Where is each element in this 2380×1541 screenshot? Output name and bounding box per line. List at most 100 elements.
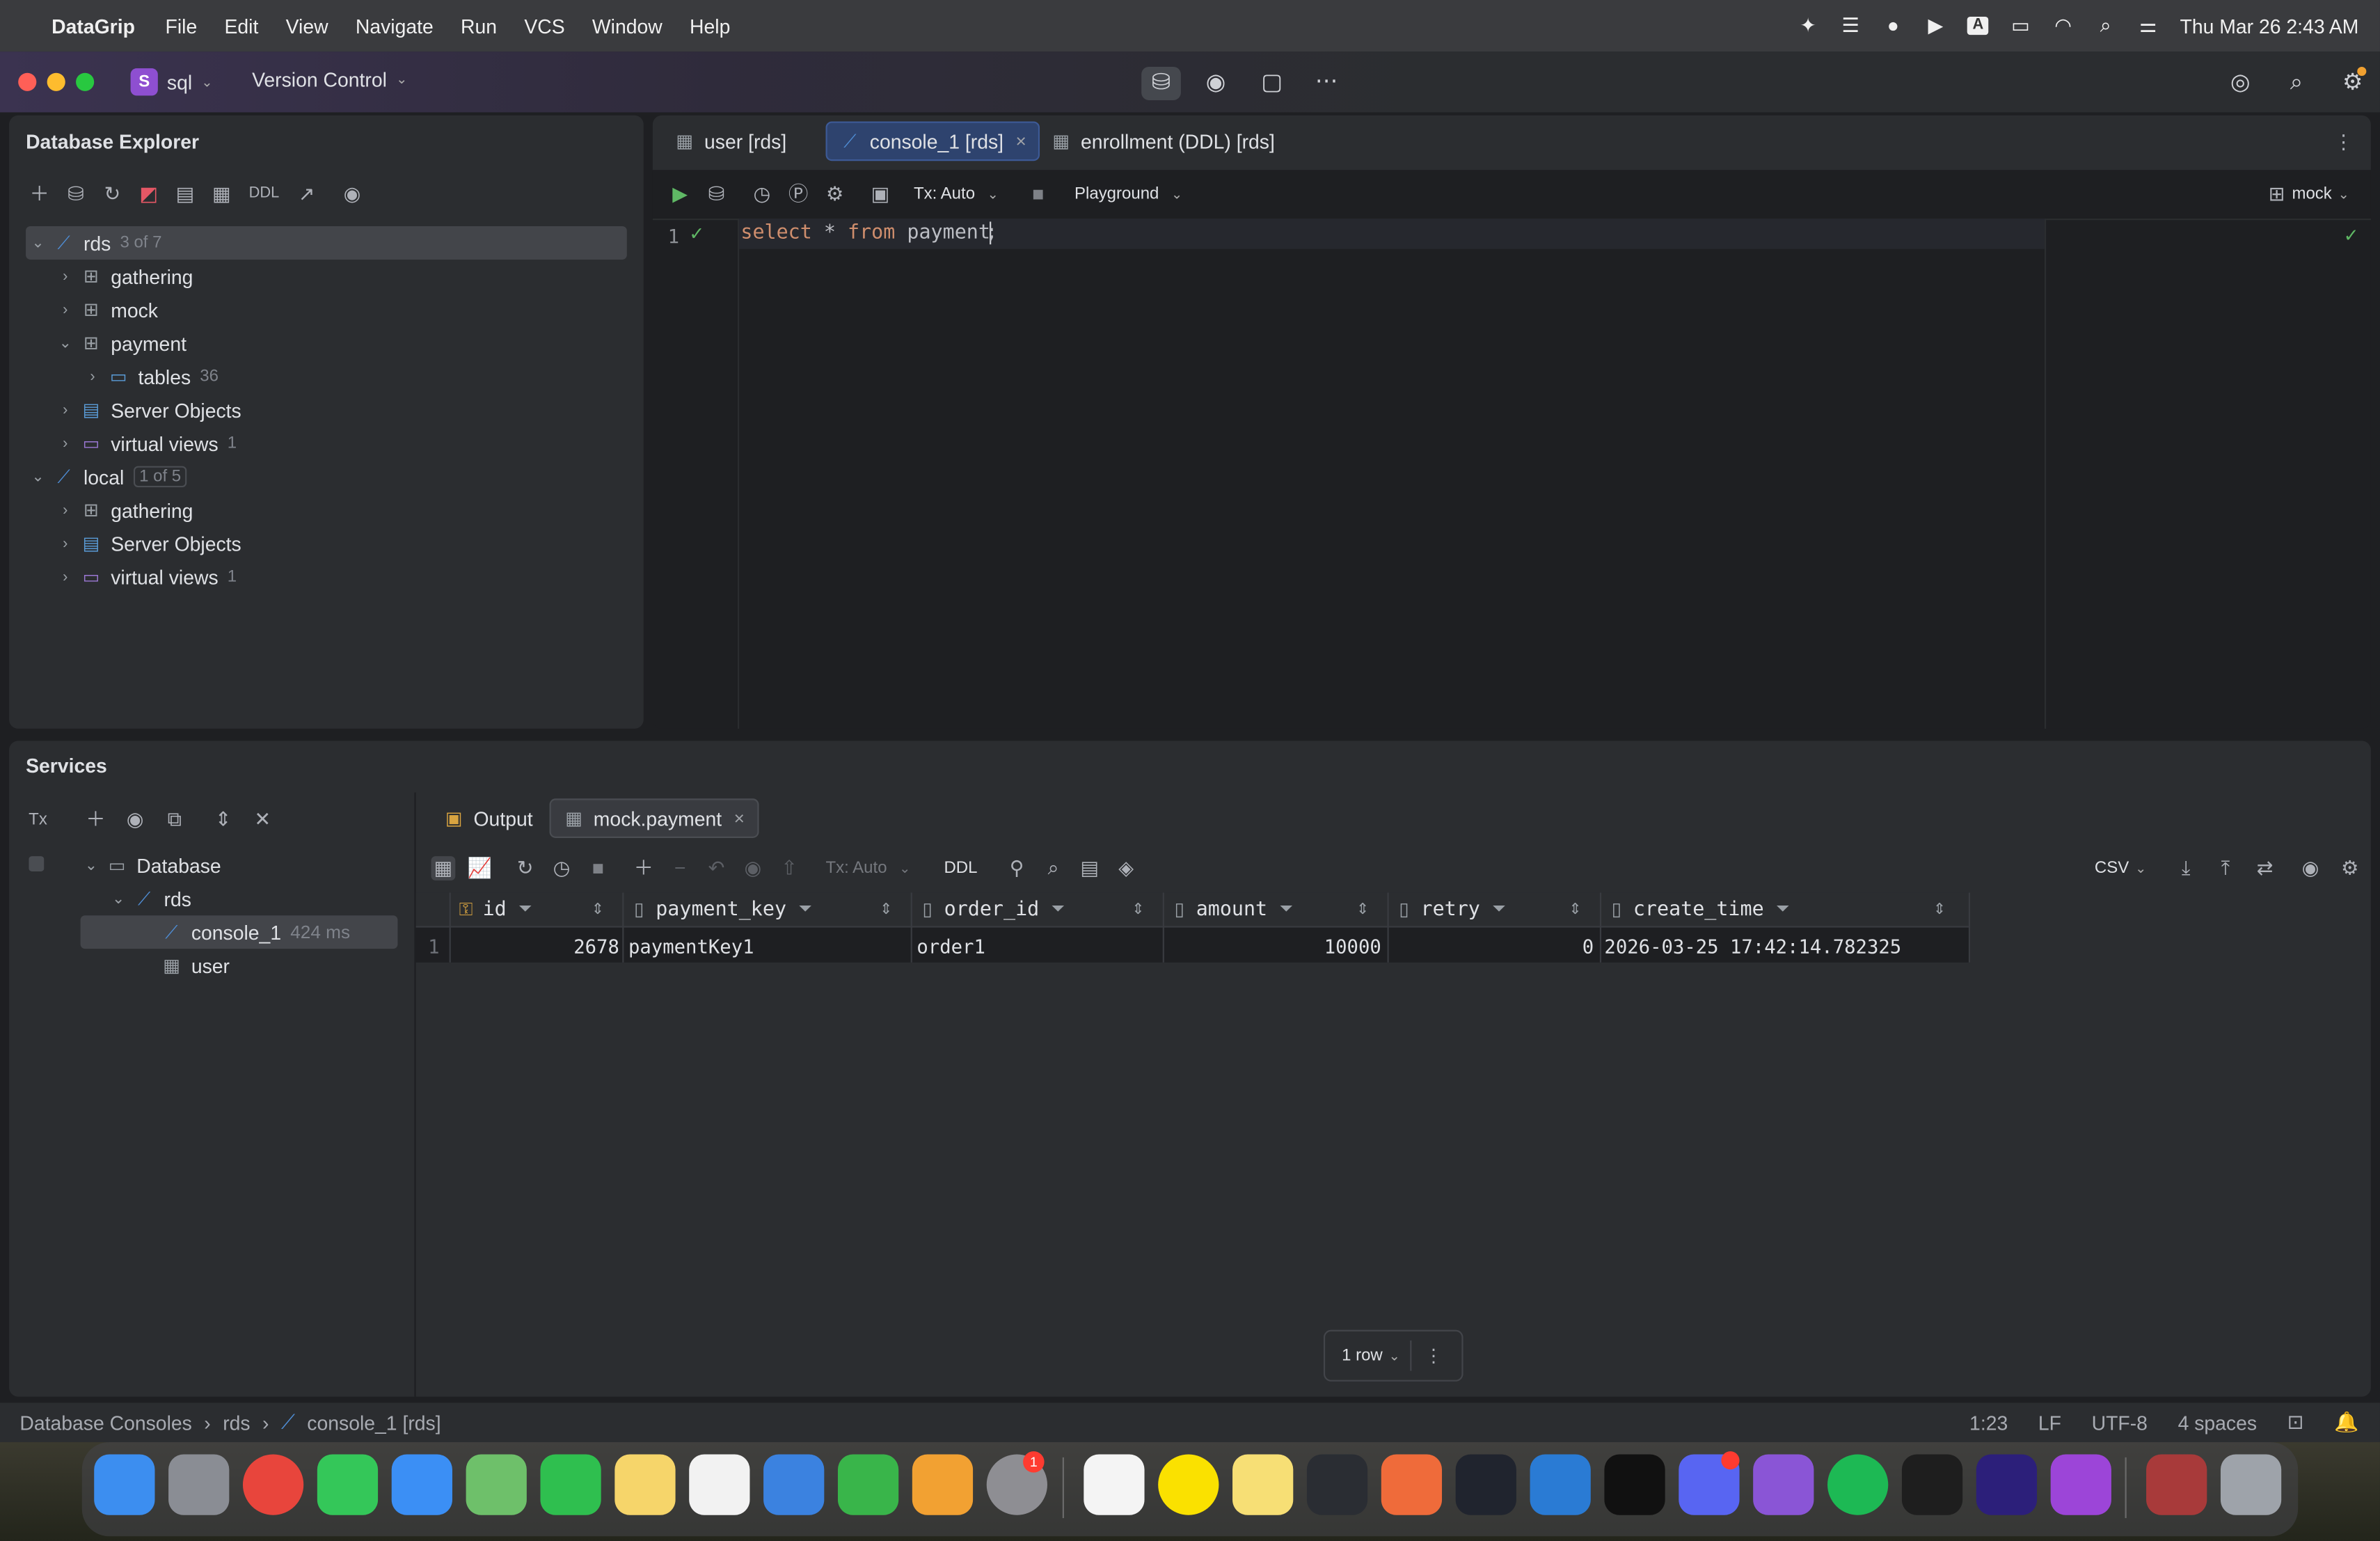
finder-icon[interactable] bbox=[94, 1454, 155, 1515]
cell-payment-key[interactable]: paymentKey1 bbox=[628, 929, 754, 963]
sort-icon[interactable]: ⇕ bbox=[1933, 901, 1946, 917]
jump-icon[interactable]: ↗ bbox=[294, 182, 319, 207]
tx-icon[interactable]: Tx bbox=[26, 807, 50, 832]
tree-node-mock[interactable]: › ⊞ mock bbox=[56, 293, 158, 326]
remove-row-icon[interactable]: − bbox=[668, 856, 692, 880]
slack-icon[interactable] bbox=[1084, 1454, 1145, 1515]
freeform-icon[interactable] bbox=[689, 1454, 750, 1515]
chevron-right-icon[interactable]: › bbox=[56, 402, 74, 418]
notifications-bell-icon[interactable]: 🔔 bbox=[2334, 1410, 2358, 1435]
tab-output[interactable]: ▣ Output bbox=[431, 800, 545, 836]
kakaotalk-icon[interactable] bbox=[1158, 1454, 1219, 1515]
refresh-icon[interactable]: ↻ bbox=[513, 856, 537, 880]
input-source-icon[interactable]: A bbox=[1967, 16, 1989, 35]
menu-vcs[interactable]: VCS bbox=[524, 15, 564, 38]
pin-icon[interactable]: ⚲ bbox=[1005, 856, 1029, 880]
menu-run[interactable]: Run bbox=[461, 15, 497, 38]
chevron-down-icon[interactable]: ⌄ bbox=[29, 468, 47, 485]
intellij-icon[interactable] bbox=[1976, 1454, 2038, 1515]
vcs-selector[interactable]: Version Control ⌄ bbox=[252, 68, 407, 91]
play-menu-icon[interactable]: ▶ bbox=[1925, 15, 1946, 35]
disconnect-icon[interactable]: ◩ bbox=[136, 182, 161, 207]
collapse-all-icon[interactable]: ✕ bbox=[251, 807, 275, 832]
messages-icon[interactable] bbox=[317, 1454, 379, 1515]
cell-amount[interactable]: 10000 bbox=[1168, 929, 1381, 963]
spotlight-icon[interactable]: ⌕ bbox=[2095, 15, 2116, 35]
project-selector[interactable]: S sql ⌄ bbox=[130, 68, 213, 96]
cell-retry[interactable]: 0 bbox=[1393, 929, 1594, 963]
chat-menu-icon[interactable]: ● bbox=[1882, 15, 1904, 35]
tx-mode-dropdown[interactable]: Tx: Auto bbox=[914, 185, 975, 203]
table-icon[interactable]: ▦ bbox=[209, 182, 234, 207]
lock-icon[interactable]: ⊡ bbox=[2287, 1410, 2304, 1435]
numbers-icon[interactable] bbox=[837, 1454, 899, 1515]
menu-view[interactable]: View bbox=[286, 15, 328, 38]
history-icon[interactable]: ◷ bbox=[749, 182, 774, 207]
chevron-right-icon[interactable]: › bbox=[84, 368, 102, 385]
launchpad-icon[interactable] bbox=[168, 1454, 230, 1515]
close-window-button[interactable] bbox=[18, 72, 37, 91]
view-options-icon[interactable]: ◉ bbox=[123, 807, 148, 832]
minimize-window-button[interactable] bbox=[47, 72, 65, 91]
row-count-dropdown[interactable]: 1 row bbox=[1342, 1347, 1383, 1365]
sql-editor[interactable]: select * from payment; bbox=[740, 221, 997, 245]
mail-icon[interactable] bbox=[391, 1454, 452, 1515]
revert-icon[interactable]: ↶ bbox=[704, 856, 729, 880]
add-row-icon[interactable]: ＋ bbox=[631, 856, 656, 880]
refresh-icon[interactable]: ↻ bbox=[100, 182, 125, 207]
ddl-button[interactable]: DDL bbox=[246, 182, 282, 207]
table-view-icon[interactable]: ▦ bbox=[431, 856, 456, 881]
compare-icon[interactable]: ▤ bbox=[1077, 856, 1102, 880]
chevron-down-icon[interactable]: ⌄ bbox=[109, 890, 127, 907]
datagrip-icon[interactable] bbox=[2050, 1454, 2111, 1515]
settings-gear-icon[interactable]: ⚙ bbox=[2338, 856, 2362, 880]
chevron-down-icon[interactable]: ⌄ bbox=[56, 335, 74, 351]
column-header-amount[interactable]: ▯ amount ⏷ ⇕ bbox=[1168, 892, 1387, 926]
vscode-icon[interactable] bbox=[1530, 1454, 1591, 1515]
column-header-retry[interactable]: ▯ retry ⏷ ⇕ bbox=[1393, 892, 1600, 926]
tab-console[interactable]: ⟋ console_1 [rds] × bbox=[825, 121, 1040, 161]
services-node-console[interactable]: ⟋ console_1 424 ms bbox=[161, 915, 350, 949]
menu-help[interactable]: Help bbox=[690, 15, 730, 38]
breadcrumb-item[interactable]: rds bbox=[223, 1411, 250, 1434]
chevron-right-icon[interactable]: › bbox=[56, 301, 74, 318]
tree-node-local-virtual-views[interactable]: › ▭ virtual views 1 bbox=[56, 560, 237, 594]
services-node-user[interactable]: ▦ user bbox=[161, 949, 230, 982]
sort-icon[interactable]: ⇕ bbox=[1132, 901, 1144, 917]
postman-icon[interactable] bbox=[1381, 1454, 1443, 1515]
tree-node-gathering[interactable]: › ⊞ gathering bbox=[56, 260, 193, 293]
filter-icon[interactable]: ⏷ bbox=[1280, 899, 1293, 919]
filter-icon[interactable]: ⏷ bbox=[798, 899, 811, 919]
schema-selector[interactable]: ⊞ mock ⌄ bbox=[2268, 182, 2349, 207]
file-encoding[interactable]: UTF-8 bbox=[2092, 1411, 2148, 1434]
layout-icon[interactable]: ▣ bbox=[868, 182, 893, 207]
battery-icon[interactable]: ▭ bbox=[2010, 15, 2031, 35]
filter-icon[interactable]: ⏷ bbox=[1776, 899, 1789, 919]
view-options-icon[interactable]: ◉ bbox=[340, 182, 365, 207]
chevron-right-icon[interactable]: › bbox=[56, 268, 74, 285]
figma-menu-icon[interactable]: ✦ bbox=[1798, 15, 1819, 35]
more-options-icon[interactable]: ⋮ bbox=[1425, 1345, 1443, 1366]
indent-setting[interactable]: 4 spaces bbox=[2178, 1411, 2258, 1434]
database-tool-button[interactable]: ⛁ bbox=[1141, 66, 1181, 100]
facetime-icon[interactable] bbox=[540, 1454, 601, 1515]
downloads-stack-icon[interactable] bbox=[2146, 1454, 2207, 1515]
schema-filter-icon[interactable]: ▤ bbox=[173, 182, 198, 207]
chevron-down-icon[interactable]: ⌄ bbox=[29, 235, 47, 251]
github-desktop-icon[interactable] bbox=[1753, 1454, 1814, 1515]
ddl-button[interactable]: DDL bbox=[944, 860, 977, 878]
stop-icon[interactable]: ■ bbox=[1026, 182, 1050, 207]
tx-mode-dropdown[interactable]: Tx: Auto bbox=[826, 860, 887, 878]
filter-icon[interactable]: ⏷ bbox=[518, 899, 532, 919]
search-icon[interactable]: ⌕ bbox=[2281, 68, 2312, 99]
chrome-icon[interactable] bbox=[242, 1454, 304, 1515]
terminal-icon[interactable] bbox=[1604, 1454, 1665, 1515]
services-node-rds[interactable]: ⌄ ⟋ rds bbox=[109, 882, 191, 915]
search-icon[interactable]: ⌕ bbox=[1041, 856, 1065, 880]
services-node-database[interactable]: ⌄ ▭ Database bbox=[82, 848, 221, 882]
maps-icon[interactable] bbox=[466, 1454, 527, 1515]
menu-edit[interactable]: Edit bbox=[224, 15, 258, 38]
caret-position[interactable]: 1:23 bbox=[1969, 1411, 2008, 1434]
sort-icon[interactable]: ⇕ bbox=[880, 901, 892, 917]
menu-window[interactable]: Window bbox=[592, 15, 663, 38]
